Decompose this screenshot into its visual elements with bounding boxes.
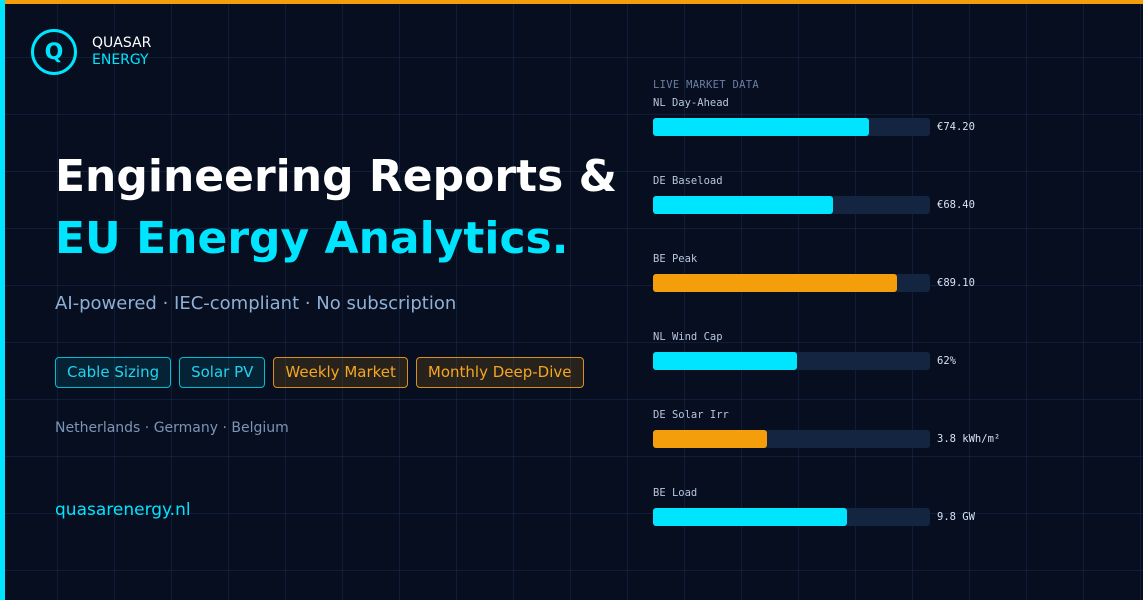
metric-nl-wind-cap: NL Wind Cap 62% (653, 330, 1073, 404)
top-accent-bar (0, 0, 1143, 4)
metric-track (653, 196, 930, 214)
metric-value: €74.20 (937, 121, 975, 133)
metric-track (653, 274, 930, 292)
metric-bar (653, 118, 870, 136)
metric-label: DE Solar Irr (653, 409, 729, 421)
metric-nl-day-ahead: NL Day-Ahead €74.20 (653, 96, 1073, 170)
metric-bar (653, 352, 798, 370)
brand-logo[interactable]: Q QUASAR ENERGY (31, 29, 151, 75)
metric-value: 3.8 kWh/m² (937, 433, 1001, 445)
live-market-panel: LIVE MARKET DATA NL Day-Ahead €74.20 DE … (653, 78, 1073, 560)
metric-track (653, 430, 930, 448)
logo-badge-icon: Q (31, 29, 77, 75)
metric-track (653, 508, 930, 526)
metric-bar (653, 274, 897, 292)
metric-label: DE Baseload (653, 175, 723, 187)
metric-label: BE Peak (653, 253, 698, 265)
tag-solar-pv[interactable]: Solar PV (179, 357, 266, 388)
metric-bar (653, 196, 834, 214)
metric-bar (653, 508, 847, 526)
metric-value: €89.10 (937, 277, 975, 289)
left-accent-bar (0, 0, 5, 600)
tag-weekly-market[interactable]: Weekly Market (273, 357, 408, 388)
metric-track (653, 118, 930, 136)
tag-cable-sizing[interactable]: Cable Sizing (55, 357, 172, 388)
country-list: Netherlands · Germany · Belgium (55, 420, 289, 436)
metric-be-load: BE Load 9.8 GW (653, 486, 1073, 560)
metric-label: NL Day-Ahead (653, 97, 729, 109)
page-title: Engineering Reports & EU Energy Analytic… (55, 146, 617, 270)
hero-banner: Q QUASAR ENERGY Engineering Reports & EU… (0, 0, 1143, 600)
metric-label: NL Wind Cap (653, 331, 723, 343)
brand-name: QUASAR ENERGY (92, 35, 151, 69)
market-heading: LIVE MARKET DATA (653, 79, 759, 91)
website-link[interactable]: quasarenergy.nl (55, 500, 191, 520)
metric-label: BE Load (653, 487, 698, 499)
title-line-2: EU Energy Analytics. (55, 213, 569, 264)
tag-monthly-deep-dive[interactable]: Monthly Deep-Dive (415, 357, 584, 388)
brand-name-line2: ENERGY (92, 52, 149, 68)
metric-be-peak: BE Peak €89.10 (653, 252, 1073, 326)
metric-bar (653, 430, 767, 448)
subtitle: AI-powered · IEC-compliant · No subscrip… (55, 293, 457, 314)
metric-value: 9.8 GW (937, 511, 975, 523)
metric-de-solar-irr: DE Solar Irr 3.8 kWh/m² (653, 408, 1073, 482)
metric-value: 62% (937, 355, 956, 367)
brand-name-line1: QUASAR (92, 35, 152, 51)
metric-de-baseload: DE Baseload €68.40 (653, 174, 1073, 248)
metric-track (653, 352, 930, 370)
metric-value: €68.40 (937, 199, 975, 211)
title-line-1: Engineering Reports & (55, 151, 617, 202)
service-tags: Cable Sizing Solar PV Weekly Market Mont… (55, 357, 584, 388)
